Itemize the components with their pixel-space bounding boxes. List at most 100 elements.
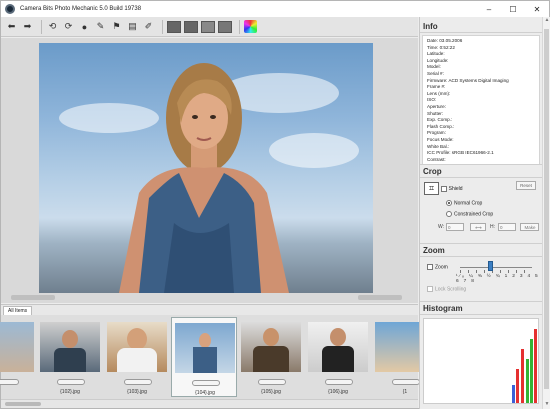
width-label: W: bbox=[438, 224, 445, 230]
thumbnail-label: {104}.jpg bbox=[195, 390, 215, 396]
swap-dimensions-icon[interactable]: ⟷ bbox=[470, 223, 486, 231]
thumbnail-label: {106}.jpg bbox=[328, 389, 348, 395]
woman-portrait-icon bbox=[119, 63, 289, 293]
thumbnail-image[interactable] bbox=[107, 322, 167, 372]
zoom-checkbox[interactable] bbox=[427, 264, 433, 270]
thumbnail-controls[interactable] bbox=[325, 379, 353, 385]
histogram-title[interactable]: Histogram bbox=[420, 302, 542, 315]
toolbar-separator bbox=[239, 19, 240, 34]
thumbnail-controls[interactable] bbox=[124, 379, 152, 385]
info-title[interactable]: Info bbox=[420, 20, 542, 33]
lock-scrolling-checkbox[interactable] bbox=[427, 286, 433, 292]
title-bar: Camera Bits Photo Mechanic 5.0 Build 197… bbox=[1, 1, 549, 17]
thumbnail-cell[interactable]: {103}.jpg bbox=[104, 317, 170, 397]
edit-icon[interactable]: ✐ bbox=[142, 20, 155, 33]
shield-checkbox[interactable] bbox=[440, 185, 447, 192]
info-row: ICC Profile: sRGB IEC61966-2.1 bbox=[427, 150, 494, 156]
info-row: ISO: bbox=[427, 97, 437, 103]
normal-crop-radio[interactable] bbox=[446, 200, 452, 206]
scrollbar-thumb[interactable] bbox=[544, 29, 549, 389]
info-row: Lens (mm): bbox=[427, 90, 451, 96]
preview-scroll-left[interactable] bbox=[11, 295, 55, 300]
width-field[interactable]: 0 bbox=[446, 223, 464, 231]
scroll-up-icon[interactable]: ▲ bbox=[543, 17, 550, 25]
right-panel-scrollbar[interactable]: ▲ ▼ bbox=[542, 17, 550, 409]
info-row: Focus Mode: bbox=[427, 136, 454, 142]
crop-icon[interactable]: ⌗ bbox=[424, 182, 439, 195]
height-field[interactable]: 0 bbox=[498, 223, 516, 231]
thumbnail-image[interactable] bbox=[0, 322, 34, 372]
view-single-icon[interactable] bbox=[167, 20, 181, 33]
zoom-slider-track[interactable] bbox=[460, 267, 532, 268]
info-list: Date: 03.05.2006 Time: 0:52:22 Latitude: Lo… bbox=[422, 35, 540, 167]
info-row: Shutter: bbox=[427, 110, 444, 116]
preview-area bbox=[1, 38, 418, 303]
info-row: Firmware: ACD Systems Digital Imaging bbox=[427, 77, 509, 83]
thumbnail-cell[interactable]: {105}.jpg bbox=[238, 317, 304, 397]
thumbnail-image[interactable] bbox=[241, 322, 301, 372]
info-row: Contrast: bbox=[427, 156, 446, 162]
thumbnail-controls[interactable] bbox=[258, 379, 286, 385]
lock-scrolling-option[interactable]: Lock Scrolling bbox=[427, 286, 466, 292]
histogram-panel: Histogram bbox=[420, 301, 542, 407]
thumbnail-image[interactable] bbox=[175, 323, 235, 373]
shield-label: Shield bbox=[448, 186, 463, 193]
bookmark-icon[interactable]: ▤ bbox=[126, 20, 139, 33]
normal-crop-option[interactable]: Normal Crop bbox=[446, 200, 482, 206]
app-logo-icon bbox=[5, 4, 15, 14]
thumbnail-image[interactable] bbox=[308, 322, 368, 372]
constrained-crop-option[interactable]: Constrained Crop bbox=[446, 211, 493, 217]
thumbnail-scrollbar[interactable] bbox=[1, 399, 418, 408]
zoom-option[interactable]: Zoom bbox=[427, 264, 448, 270]
info-row: Model: bbox=[427, 64, 441, 70]
thumbnail-cell[interactable]: {102}.jpg bbox=[37, 317, 103, 397]
minimize-button[interactable]: – bbox=[477, 1, 501, 17]
rotate-left-icon[interactable]: ⟲ bbox=[46, 20, 59, 33]
thumbnail-controls[interactable] bbox=[192, 380, 220, 386]
histogram-graph bbox=[423, 318, 539, 404]
info-row: Latitude: bbox=[427, 51, 445, 57]
scroll-down-icon[interactable]: ▼ bbox=[543, 401, 550, 409]
thumbnail-cell[interactable] bbox=[0, 317, 37, 397]
thumbnail-image[interactable] bbox=[40, 322, 100, 372]
app-window: Camera Bits Photo Mechanic 5.0 Build 197… bbox=[0, 0, 550, 409]
preview-scroll-right[interactable] bbox=[358, 295, 402, 300]
zoom-panel: Zoom Zoom ¹⁄₈ ¼ ⅜ ½ ¾ 1 2 3 4 5 6 7 8 Lo… bbox=[420, 243, 542, 298]
normal-crop-label: Normal Crop bbox=[454, 200, 483, 207]
info-row: White Bal.: bbox=[427, 143, 450, 149]
forward-arrow-icon[interactable]: ➡ bbox=[21, 20, 34, 33]
zoom-slider-knob[interactable] bbox=[488, 261, 493, 271]
info-row: Exp. Comp.: bbox=[427, 117, 453, 123]
rotate-right-icon[interactable]: ⟳ bbox=[62, 20, 75, 33]
view-strip-icon[interactable] bbox=[201, 20, 215, 33]
view-dual-icon[interactable] bbox=[184, 20, 198, 33]
crop-title[interactable]: Crop bbox=[420, 165, 542, 178]
right-panel: ▲ ▼ Info Date: 03.05.2006 Time: 0:52:22 La… bbox=[419, 17, 550, 409]
thumbnail-cell[interactable]: {106}.jpg bbox=[305, 317, 371, 397]
thumbnail-cell-selected[interactable]: {104}.jpg bbox=[171, 317, 237, 397]
lock-scrolling-label: Lock Scrolling bbox=[435, 286, 467, 293]
make-button[interactable]: Make bbox=[520, 223, 539, 231]
back-arrow-icon[interactable]: ⬅ bbox=[5, 20, 18, 33]
tag-icon[interactable]: ✎ bbox=[94, 20, 107, 33]
constrained-crop-radio[interactable] bbox=[446, 211, 452, 217]
thumbnail-controls[interactable] bbox=[57, 379, 85, 385]
main-photo[interactable] bbox=[39, 43, 373, 293]
scrollbar-thumb[interactable] bbox=[5, 402, 41, 406]
thumbnail-controls[interactable] bbox=[392, 379, 420, 385]
info-row: Date: 03.05.2006 bbox=[427, 38, 463, 43]
thumbnail-label: {102}.jpg bbox=[60, 389, 80, 395]
info-icon[interactable]: ● bbox=[78, 20, 91, 33]
reset-button[interactable]: Reset bbox=[516, 181, 536, 190]
close-button[interactable]: ✕ bbox=[525, 1, 549, 17]
thumbnail-strip: {102}.jpg {103}.jpg {104}.jpg {105}.jpg … bbox=[0, 315, 435, 399]
zoom-levels: ¹⁄₈ ¼ ⅜ ½ ¾ 1 2 3 4 5 6 7 8 bbox=[456, 274, 540, 284]
zoom-label: Zoom bbox=[435, 264, 448, 271]
maximize-button[interactable]: ☐ bbox=[501, 1, 525, 17]
tabs-row: All Items bbox=[1, 304, 418, 316]
view-compare-icon[interactable] bbox=[218, 20, 232, 33]
zoom-title[interactable]: Zoom bbox=[420, 244, 542, 257]
color-wheel-icon[interactable] bbox=[244, 20, 257, 33]
flag-icon[interactable]: ⚑ bbox=[110, 20, 123, 33]
thumbnail-controls[interactable] bbox=[0, 379, 19, 385]
